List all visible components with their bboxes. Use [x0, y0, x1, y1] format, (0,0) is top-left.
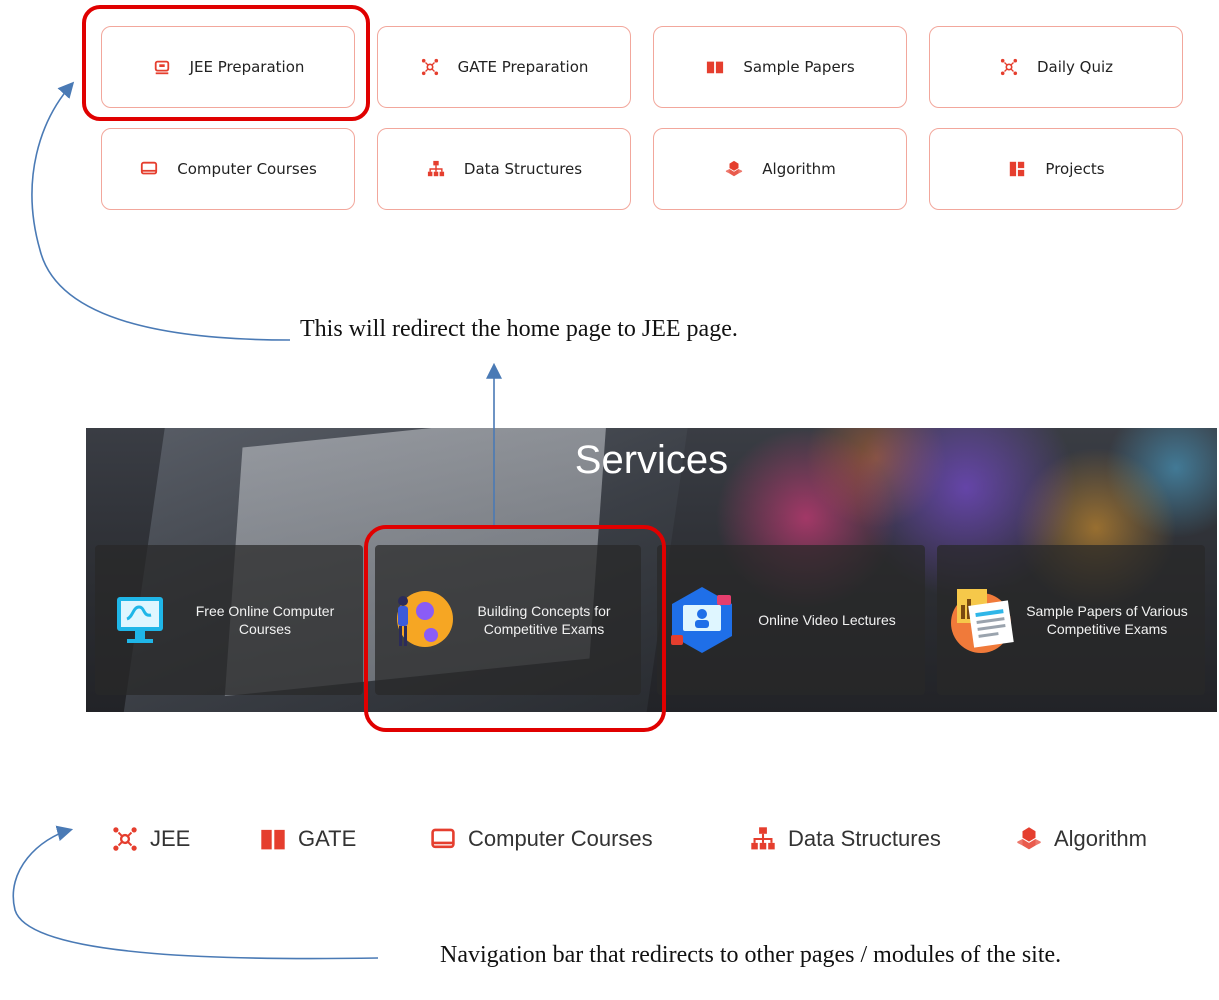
- nav-label: Algorithm: [1054, 826, 1147, 851]
- network-icon: [420, 57, 440, 77]
- nav-item-gate[interactable]: GATE: [260, 826, 356, 852]
- laptop-icon: [430, 826, 456, 852]
- robot-icon: [152, 57, 172, 77]
- nav-item-computer-courses[interactable]: Computer Courses: [430, 826, 653, 852]
- person-icon: [397, 591, 453, 647]
- arrow-card-curve: [31, 81, 291, 341]
- monitor-icon: [117, 597, 163, 643]
- cubes-icon: [1016, 826, 1042, 852]
- card-label: Sample Papers: [743, 58, 855, 76]
- card-daily-quiz[interactable]: Daily Quiz: [929, 26, 1183, 108]
- card-gate-preparation[interactable]: GATE Preparation: [377, 26, 631, 108]
- network-icon: [112, 826, 138, 852]
- cubes-icon: [724, 159, 744, 179]
- annotation-card-note: This will redirect the home page to JEE …: [300, 316, 738, 342]
- laptop-icon: [139, 159, 159, 179]
- card-label: Data Structures: [463, 160, 583, 178]
- card-label: GATE Preparation: [457, 58, 589, 76]
- card-data-structures[interactable]: Data Structures: [377, 128, 631, 210]
- service-label: Building Concepts for Competitive Exams: [477, 603, 611, 637]
- card-label: Projects: [1045, 160, 1105, 178]
- document-icon: [951, 589, 1014, 653]
- service-label: Online Video Lectures: [758, 612, 896, 628]
- card-label: Algorithm: [762, 160, 836, 178]
- service-label: Sample Papers of Various Competitive Exa…: [1026, 603, 1188, 637]
- nav-item-jee[interactable]: JEE: [112, 826, 190, 852]
- card-label: Daily Quiz: [1036, 58, 1114, 76]
- layout-icon: [1007, 159, 1027, 179]
- card-jee-preparation[interactable]: JEE Preparation: [101, 26, 355, 108]
- card-algorithm[interactable]: Algorithm: [653, 128, 907, 210]
- service-card-free-courses[interactable]: Free Online Computer Courses: [95, 545, 363, 695]
- book-icon: [260, 826, 286, 852]
- service-card-building-concepts[interactable]: Building Concepts for Competitive Exams: [375, 545, 641, 695]
- sitemap-icon: [750, 826, 776, 852]
- services-title: Services: [574, 438, 729, 482]
- service-card-video-lectures[interactable]: Online Video Lectures: [657, 545, 925, 695]
- services-banner: Services Free Online Computer Courses Bu…: [86, 428, 1217, 712]
- service-label: Free Online Computer Courses: [195, 603, 335, 637]
- nav-label: JEE: [150, 826, 191, 851]
- video-icon: [671, 587, 732, 653]
- nav-item-algorithm[interactable]: Algorithm: [1016, 826, 1147, 852]
- service-card-sample-papers[interactable]: Sample Papers of Various Competitive Exa…: [937, 545, 1205, 695]
- nav-item-data-structures[interactable]: Data Structures: [750, 826, 941, 852]
- card-computer-courses[interactable]: Computer Courses: [101, 128, 355, 210]
- nav-label: GATE: [298, 826, 357, 851]
- card-label: Computer Courses: [177, 160, 317, 178]
- book-icon: [705, 57, 725, 77]
- nav-label: Computer Courses: [468, 826, 653, 851]
- sitemap-icon: [426, 159, 446, 179]
- network-icon: [999, 57, 1019, 77]
- card-label: JEE Preparation: [189, 58, 305, 76]
- card-projects[interactable]: Projects: [929, 128, 1183, 210]
- annotation-nav-note: Navigation bar that redirects to other p…: [440, 942, 1062, 968]
- card-sample-papers[interactable]: Sample Papers: [653, 26, 907, 108]
- nav-label: Data Structures: [788, 826, 941, 851]
